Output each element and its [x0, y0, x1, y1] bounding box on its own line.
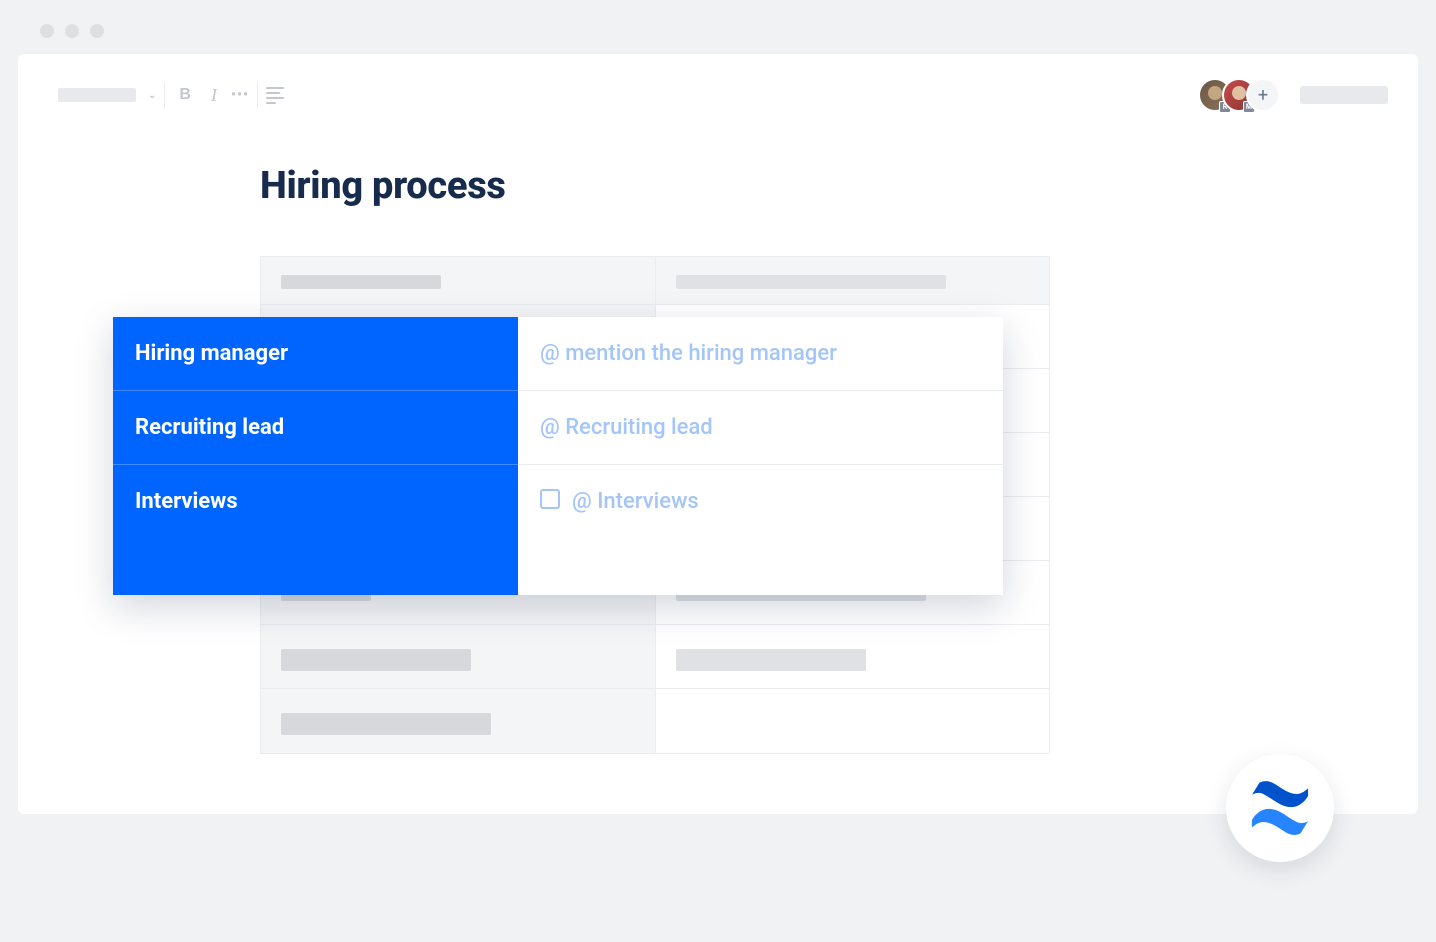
toolbar-right-group: R M +	[1198, 78, 1388, 112]
more-formatting-button[interactable]: •••	[231, 87, 249, 103]
mention-placeholder: @ Interviews	[572, 489, 699, 514]
table-cell	[261, 625, 656, 688]
add-collaborator-button[interactable]: +	[1246, 78, 1280, 112]
table-header-row	[261, 257, 1049, 305]
chevron-down-icon[interactable]: ⌄	[148, 90, 156, 101]
editor-toolbar: ⌄ B I ••• R	[18, 54, 1418, 114]
bold-button[interactable]: B	[173, 84, 197, 106]
overlay-value-hiring-manager[interactable]: @ mention the hiring manager	[518, 317, 1003, 391]
label-text: Recruiting lead	[135, 415, 284, 440]
overlay-value-recruiting-lead[interactable]: @ Recruiting lead	[518, 391, 1003, 465]
confluence-logo-icon	[1249, 779, 1311, 837]
overlay-mention-table: Hiring manager Recruiting lead Interview…	[113, 317, 1003, 595]
toolbar-divider	[257, 82, 258, 108]
window-minimize-dot[interactable]	[65, 24, 79, 38]
page-title[interactable]: Hiring process	[260, 164, 1418, 208]
overlay-value-interviews[interactable]: @ Interviews	[518, 465, 1003, 595]
table-cell	[656, 625, 1050, 688]
table-header-cell	[261, 257, 656, 304]
toolbar-divider	[164, 82, 165, 108]
table-header-cell	[656, 257, 1050, 304]
table-row	[261, 625, 1049, 689]
table-cell	[656, 689, 1050, 753]
overlay-values-column: @ mention the hiring manager @ Recruitin…	[518, 317, 1003, 595]
mention-placeholder: @ Recruiting lead	[540, 415, 713, 440]
table-cell	[261, 689, 656, 753]
share-button-placeholder[interactable]	[1300, 86, 1388, 104]
italic-button[interactable]: I	[205, 83, 223, 108]
table-row	[261, 689, 1049, 753]
align-left-icon[interactable]	[266, 87, 284, 104]
window-maximize-dot[interactable]	[90, 24, 104, 38]
confluence-logo-badge	[1226, 754, 1334, 862]
window-controls	[18, 20, 1418, 54]
mention-placeholder: @ mention the hiring manager	[540, 341, 837, 366]
overlay-label-recruiting-lead[interactable]: Recruiting lead	[113, 391, 518, 465]
toolbar-left-group: ⌄ B I •••	[58, 82, 284, 108]
overlay-label-hiring-manager[interactable]: Hiring manager	[113, 317, 518, 391]
collaborator-avatars: R M +	[1198, 78, 1280, 112]
checkbox-icon[interactable]	[540, 489, 560, 509]
overlay-label-interviews[interactable]: Interviews	[113, 465, 518, 595]
window-close-dot[interactable]	[40, 24, 54, 38]
browser-frame: ⌄ B I ••• R	[0, 0, 1436, 942]
label-text: Hiring manager	[135, 341, 288, 366]
app-window: ⌄ B I ••• R	[18, 54, 1418, 814]
text-style-dropdown[interactable]	[58, 88, 136, 102]
overlay-labels-column: Hiring manager Recruiting lead Interview…	[113, 317, 518, 595]
label-text: Interviews	[135, 489, 238, 514]
